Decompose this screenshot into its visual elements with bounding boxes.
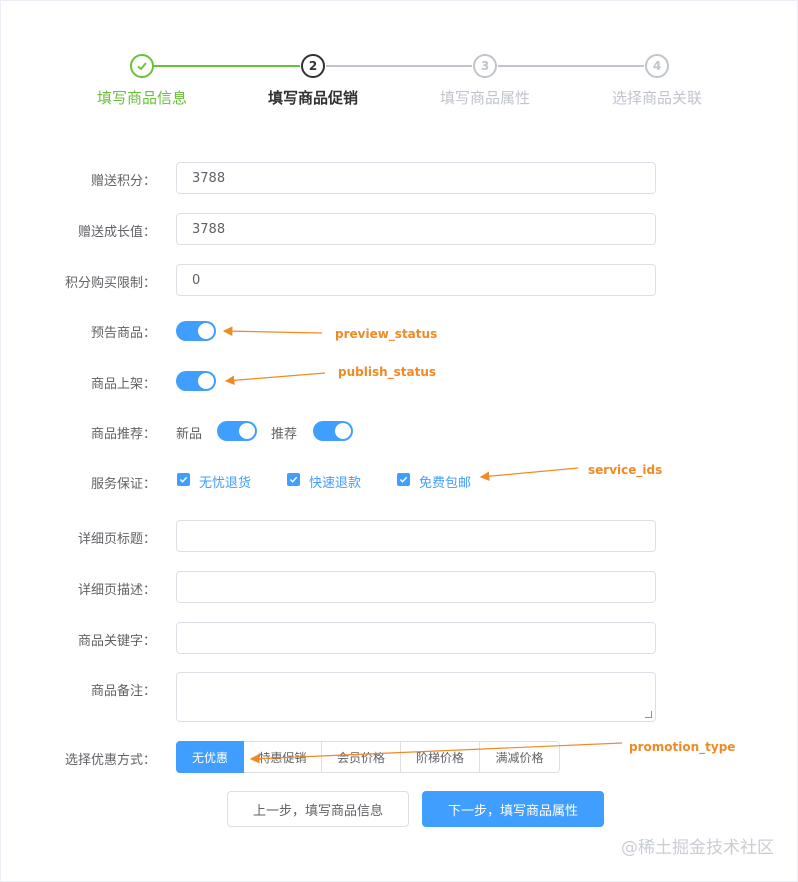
point-limit-input[interactable] bbox=[176, 264, 656, 296]
new-product-label: 新品 bbox=[176, 427, 203, 442]
step-number: 4 bbox=[645, 54, 669, 78]
service-checkbox-no-worry-return[interactable] bbox=[177, 473, 190, 486]
keywords-label: 商品关键字： bbox=[77, 634, 156, 649]
gift-growth-input[interactable] bbox=[176, 213, 656, 245]
recommend-label: 商品推荐： bbox=[90, 427, 156, 442]
publish-status-label: 商品上架： bbox=[90, 377, 156, 392]
service-checkbox-quick-refund[interactable] bbox=[287, 473, 300, 486]
publish-status-switch[interactable] bbox=[176, 371, 216, 391]
gift-growth-label: 赠送成长值： bbox=[77, 225, 156, 240]
recommend-product-label: 推荐 bbox=[271, 427, 298, 442]
step-4: 4 选择商品关联 bbox=[597, 54, 717, 108]
step-title: 填写商品属性 bbox=[439, 89, 530, 107]
detail-title-label: 详细页标题： bbox=[77, 532, 156, 547]
gift-point-input[interactable] bbox=[176, 162, 656, 194]
step-title: 选择商品关联 bbox=[611, 89, 702, 107]
note-textarea[interactable] bbox=[176, 672, 656, 722]
switch-knob bbox=[198, 373, 214, 389]
recommend-product-switch[interactable] bbox=[313, 421, 353, 441]
switch-knob bbox=[239, 423, 255, 439]
next-step-button[interactable]: 下一步，填写商品属性 bbox=[422, 791, 604, 827]
watermark: @稀土掘金技术社区 bbox=[621, 838, 774, 858]
step-number: 2 bbox=[301, 54, 325, 78]
step-title: 填写商品促销 bbox=[267, 89, 358, 107]
preview-status-label: 预告商品： bbox=[90, 326, 156, 341]
promotion-option-special[interactable]: 特惠促销 bbox=[244, 741, 322, 773]
service-checkbox-free-shipping[interactable] bbox=[397, 473, 410, 486]
annotation-publish-status: publish_status bbox=[338, 365, 437, 379]
check-icon bbox=[289, 476, 298, 483]
switch-knob bbox=[198, 323, 214, 339]
check-icon bbox=[130, 54, 154, 78]
service-option-label[interactable]: 快速退款 bbox=[309, 472, 361, 491]
step-1: 填写商品信息 bbox=[82, 54, 202, 108]
note-label: 商品备注： bbox=[90, 684, 156, 699]
promotion-option-member[interactable]: 会员价格 bbox=[322, 741, 401, 773]
step-3: 3 填写商品属性 bbox=[425, 54, 545, 108]
resize-handle-icon[interactable] bbox=[645, 711, 652, 718]
check-icon bbox=[399, 476, 408, 483]
step-2: 2 填写商品促销 bbox=[253, 54, 373, 108]
promotion-label: 选择优惠方式： bbox=[64, 753, 156, 768]
switch-knob bbox=[335, 423, 351, 439]
keywords-input[interactable] bbox=[176, 622, 656, 654]
new-product-switch[interactable] bbox=[217, 421, 257, 441]
promotion-radio-group: 无优惠 特惠促销 会员价格 阶梯价格 满减价格 bbox=[176, 741, 560, 773]
detail-desc-label: 详细页描述： bbox=[77, 583, 156, 598]
step-number: 3 bbox=[473, 54, 497, 78]
annotation-service-ids: service_ids bbox=[588, 463, 663, 477]
detail-desc-input[interactable] bbox=[176, 571, 656, 603]
gift-point-label: 赠送积分： bbox=[90, 174, 156, 189]
promotion-option-none[interactable]: 无优惠 bbox=[176, 741, 244, 773]
service-option-label[interactable]: 免费包邮 bbox=[419, 472, 471, 491]
promotion-option-full-reduction[interactable]: 满减价格 bbox=[480, 741, 560, 773]
detail-title-input[interactable] bbox=[176, 520, 656, 552]
annotation-preview-status: preview_status bbox=[335, 327, 438, 341]
step-title: 填写商品信息 bbox=[96, 89, 187, 107]
service-label: 服务保证： bbox=[90, 477, 156, 492]
annotation-promotion-type: promotion_type bbox=[629, 740, 736, 754]
check-icon bbox=[179, 476, 188, 483]
service-option-label[interactable]: 无忧退货 bbox=[199, 472, 251, 491]
prev-step-button[interactable]: 上一步，填写商品信息 bbox=[227, 791, 409, 827]
point-limit-label: 积分购买限制： bbox=[64, 276, 156, 291]
preview-status-switch[interactable] bbox=[176, 321, 216, 341]
promotion-option-ladder[interactable]: 阶梯价格 bbox=[401, 741, 480, 773]
